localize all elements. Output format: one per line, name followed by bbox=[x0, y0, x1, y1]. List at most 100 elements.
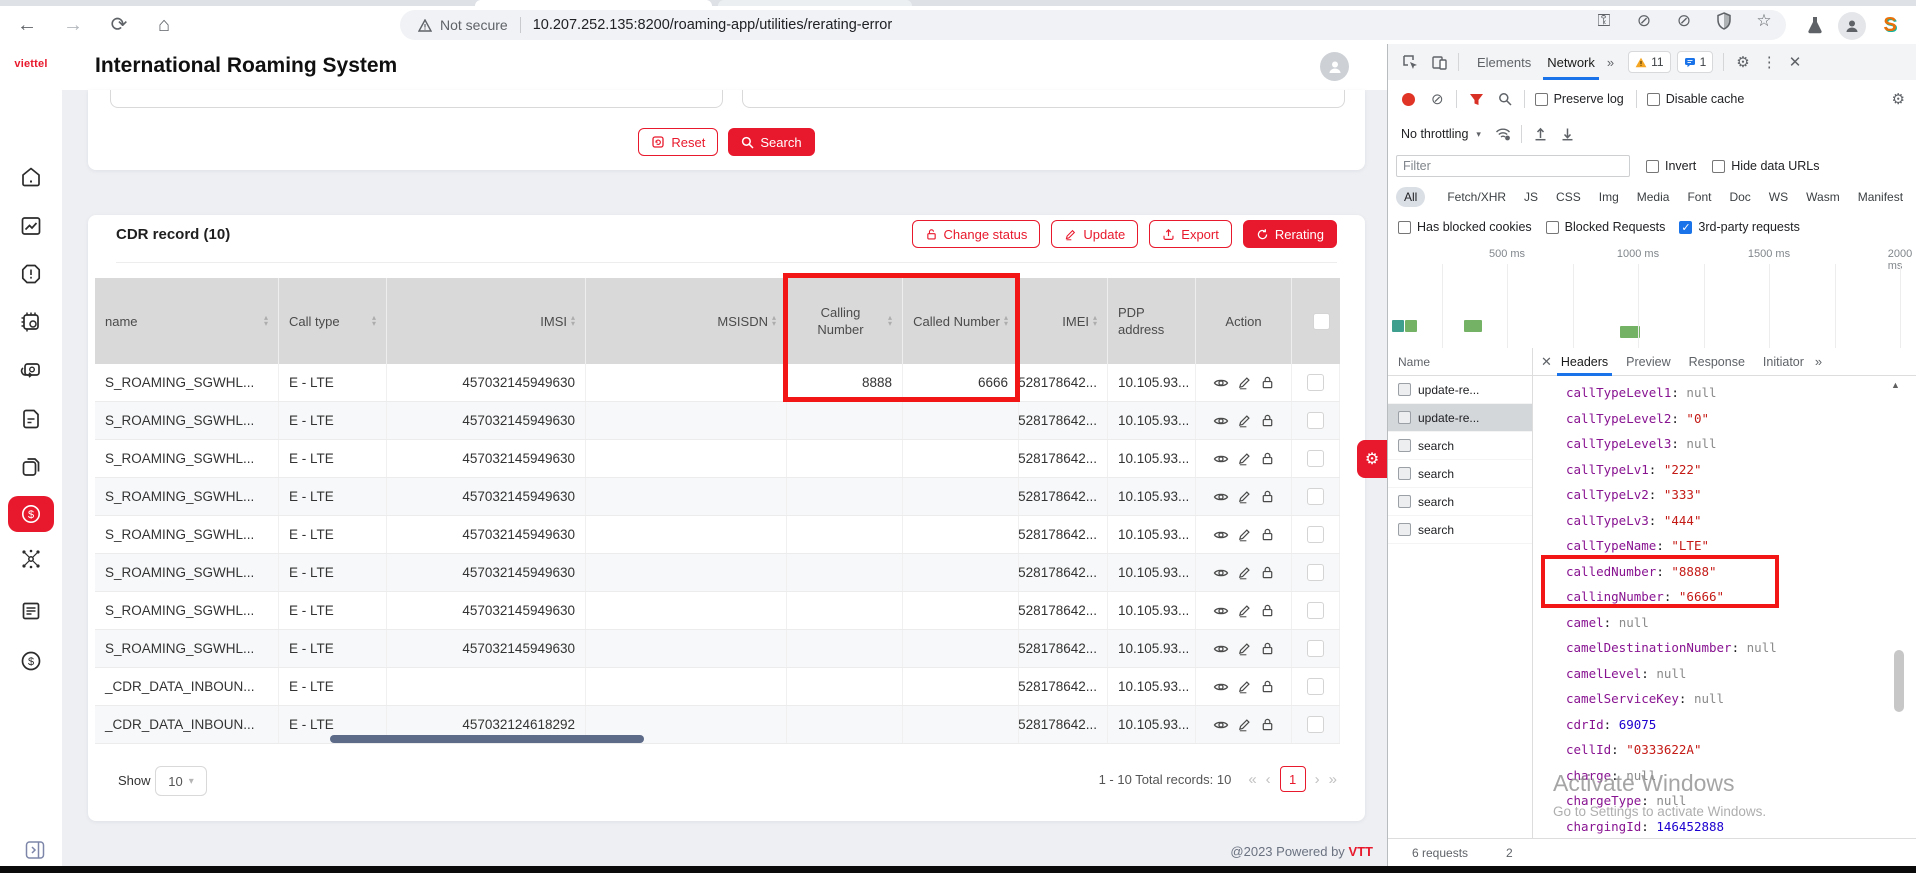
money-transfer-nav-icon[interactable] bbox=[19, 359, 43, 383]
row-checkbox[interactable] bbox=[1307, 564, 1324, 581]
cell-action[interactable] bbox=[1196, 440, 1292, 477]
filter-chip-doc[interactable]: Doc bbox=[1721, 187, 1758, 207]
user-avatar[interactable] bbox=[1320, 52, 1349, 81]
page-size-select[interactable]: 10 ▾ bbox=[155, 766, 207, 796]
network-search-icon[interactable] bbox=[1498, 92, 1512, 106]
blocked-icon[interactable]: ⊘ bbox=[1672, 9, 1696, 33]
address-bar[interactable]: Not secure 10.207.252.135:8200/roaming-a… bbox=[400, 10, 1786, 40]
view-icon[interactable] bbox=[1213, 717, 1229, 733]
lock-icon[interactable] bbox=[1260, 413, 1275, 428]
network-settings-icon[interactable]: ⚙ bbox=[1892, 90, 1905, 108]
table-row[interactable]: S_ROAMING_SGWHL...E - LTE457032145949630… bbox=[95, 478, 1340, 516]
column-header-check[interactable] bbox=[1292, 278, 1340, 364]
payload-line[interactable]: callTypeLevel2: "0" bbox=[1566, 406, 1709, 432]
devtools-menu-icon[interactable]: ⋮ bbox=[1762, 53, 1777, 71]
filter-chip-manifest[interactable]: Manifest bbox=[1850, 187, 1911, 207]
more-detail-tabs-icon[interactable]: » bbox=[1815, 354, 1822, 369]
first-page-icon[interactable]: « bbox=[1248, 771, 1256, 788]
report-list-nav-icon[interactable] bbox=[19, 599, 43, 623]
network-nodes-nav-icon[interactable] bbox=[19, 547, 43, 571]
tab-network[interactable]: Network bbox=[1539, 44, 1603, 80]
cell-check[interactable] bbox=[1292, 516, 1340, 553]
sort-icon[interactable]: ▴▾ bbox=[264, 315, 268, 327]
home-icon[interactable]: ⌂ bbox=[152, 13, 176, 37]
reset-button[interactable]: Reset bbox=[638, 128, 718, 156]
edit-icon[interactable] bbox=[1237, 489, 1252, 504]
row-checkbox[interactable] bbox=[1307, 374, 1324, 391]
payload-line[interactable]: chargingId: 146452888 bbox=[1566, 814, 1724, 839]
home-nav-icon[interactable] bbox=[19, 165, 43, 189]
view-icon[interactable] bbox=[1213, 451, 1229, 467]
search-field-1[interactable] bbox=[110, 90, 723, 108]
filter-funnel-icon[interactable] bbox=[1469, 93, 1484, 106]
table-row[interactable]: S_ROAMING_SGWHL...E - LTE457032145949630… bbox=[95, 630, 1340, 668]
row-checkbox[interactable] bbox=[1307, 640, 1324, 657]
inspect-element-icon[interactable] bbox=[1402, 54, 1419, 71]
tab-elements[interactable]: Elements bbox=[1469, 44, 1539, 80]
clear-icon[interactable]: ⊘ bbox=[1431, 90, 1444, 108]
lock-icon[interactable] bbox=[1260, 717, 1275, 732]
s-extension-icon[interactable]: S bbox=[1878, 13, 1902, 37]
collapse-sidebar-icon[interactable] bbox=[24, 839, 48, 863]
issues-badge[interactable]: 1 bbox=[1677, 51, 1714, 73]
row-checkbox[interactable] bbox=[1307, 450, 1324, 467]
lock-icon[interactable] bbox=[1260, 527, 1275, 542]
third-party-checkbox[interactable]: ✓ bbox=[1679, 221, 1692, 234]
sort-icon[interactable]: ▴▾ bbox=[1004, 315, 1008, 327]
view-icon[interactable] bbox=[1213, 413, 1229, 429]
view-icon[interactable] bbox=[1213, 679, 1229, 695]
tab-response[interactable]: Response bbox=[1680, 348, 1754, 376]
edit-icon[interactable] bbox=[1237, 375, 1252, 390]
scroll-up-icon[interactable]: ▲ bbox=[1891, 380, 1900, 390]
rerating-button[interactable]: Rerating bbox=[1243, 220, 1337, 248]
column-header-imsi[interactable]: IMSI▴▾ bbox=[387, 278, 586, 364]
throttling-select[interactable]: No throttling bbox=[1401, 127, 1468, 141]
sort-icon[interactable]: ▴▾ bbox=[372, 315, 376, 327]
request-row[interactable]: search bbox=[1388, 432, 1532, 460]
column-header-name[interactable]: name▴▾ bbox=[95, 278, 279, 364]
requests-column-header[interactable]: Name bbox=[1388, 348, 1533, 376]
vertical-scrollbar-thumb[interactable] bbox=[1894, 650, 1904, 712]
security-label[interactable]: Not secure bbox=[440, 17, 508, 33]
star-icon[interactable]: ☆ bbox=[1752, 9, 1776, 33]
payload-line[interactable]: charge: null bbox=[1566, 763, 1656, 789]
lock-icon[interactable] bbox=[1260, 603, 1275, 618]
invert-checkbox[interactable] bbox=[1646, 160, 1659, 173]
cell-check[interactable] bbox=[1292, 668, 1340, 705]
view-icon[interactable] bbox=[1213, 375, 1229, 391]
filter-chip-css[interactable]: CSS bbox=[1548, 187, 1589, 207]
request-row[interactable]: search bbox=[1388, 488, 1532, 516]
payload-line[interactable]: camelDestinationNumber: null bbox=[1566, 635, 1777, 661]
tab-initiator[interactable]: Initiator bbox=[1754, 348, 1813, 376]
tab-headers[interactable]: Headers bbox=[1552, 348, 1617, 376]
payload-line[interactable]: callTypeName: "LTE" bbox=[1566, 533, 1709, 559]
edit-icon[interactable] bbox=[1237, 603, 1252, 618]
edit-icon[interactable] bbox=[1237, 565, 1252, 580]
edit-icon[interactable] bbox=[1237, 451, 1252, 466]
update-button[interactable]: Update bbox=[1051, 220, 1138, 248]
request-row[interactable]: update-re... bbox=[1388, 376, 1532, 404]
sort-icon[interactable]: ▴▾ bbox=[571, 315, 575, 327]
cell-check[interactable] bbox=[1292, 440, 1340, 477]
lock-icon[interactable] bbox=[1260, 641, 1275, 656]
lock-icon[interactable] bbox=[1260, 375, 1275, 390]
tab-preview[interactable]: Preview bbox=[1617, 348, 1679, 376]
view-icon[interactable] bbox=[1213, 489, 1229, 505]
table-row[interactable]: S_ROAMING_SGWHL...E - LTE457032145949630… bbox=[95, 516, 1340, 554]
table-row[interactable]: _CDR_DATA_INBOUN...E - LTE3528178642...1… bbox=[95, 668, 1340, 706]
payload-line[interactable]: callTypeLv2: "333" bbox=[1566, 482, 1702, 508]
payload-line[interactable]: chargeType: null bbox=[1566, 788, 1686, 814]
payload-line[interactable]: cdrId: 69075 bbox=[1566, 712, 1656, 738]
cell-action[interactable] bbox=[1196, 554, 1292, 591]
select-all-checkbox[interactable] bbox=[1313, 313, 1330, 330]
filter-chip-font[interactable]: Font bbox=[1679, 187, 1719, 207]
payload-line[interactable]: cellId: "0333622A" bbox=[1566, 737, 1701, 763]
column-header-called[interactable]: Called Number▴▾ bbox=[903, 278, 1019, 364]
cell-check[interactable] bbox=[1292, 402, 1340, 439]
has-blocked-cookies-checkbox[interactable] bbox=[1398, 221, 1411, 234]
filter-chip-media[interactable]: Media bbox=[1629, 187, 1678, 207]
cell-action[interactable] bbox=[1196, 630, 1292, 667]
row-checkbox[interactable] bbox=[1307, 488, 1324, 505]
column-header-imei[interactable]: IMEI▴▾ bbox=[1019, 278, 1108, 364]
next-page-icon[interactable]: › bbox=[1315, 771, 1320, 788]
